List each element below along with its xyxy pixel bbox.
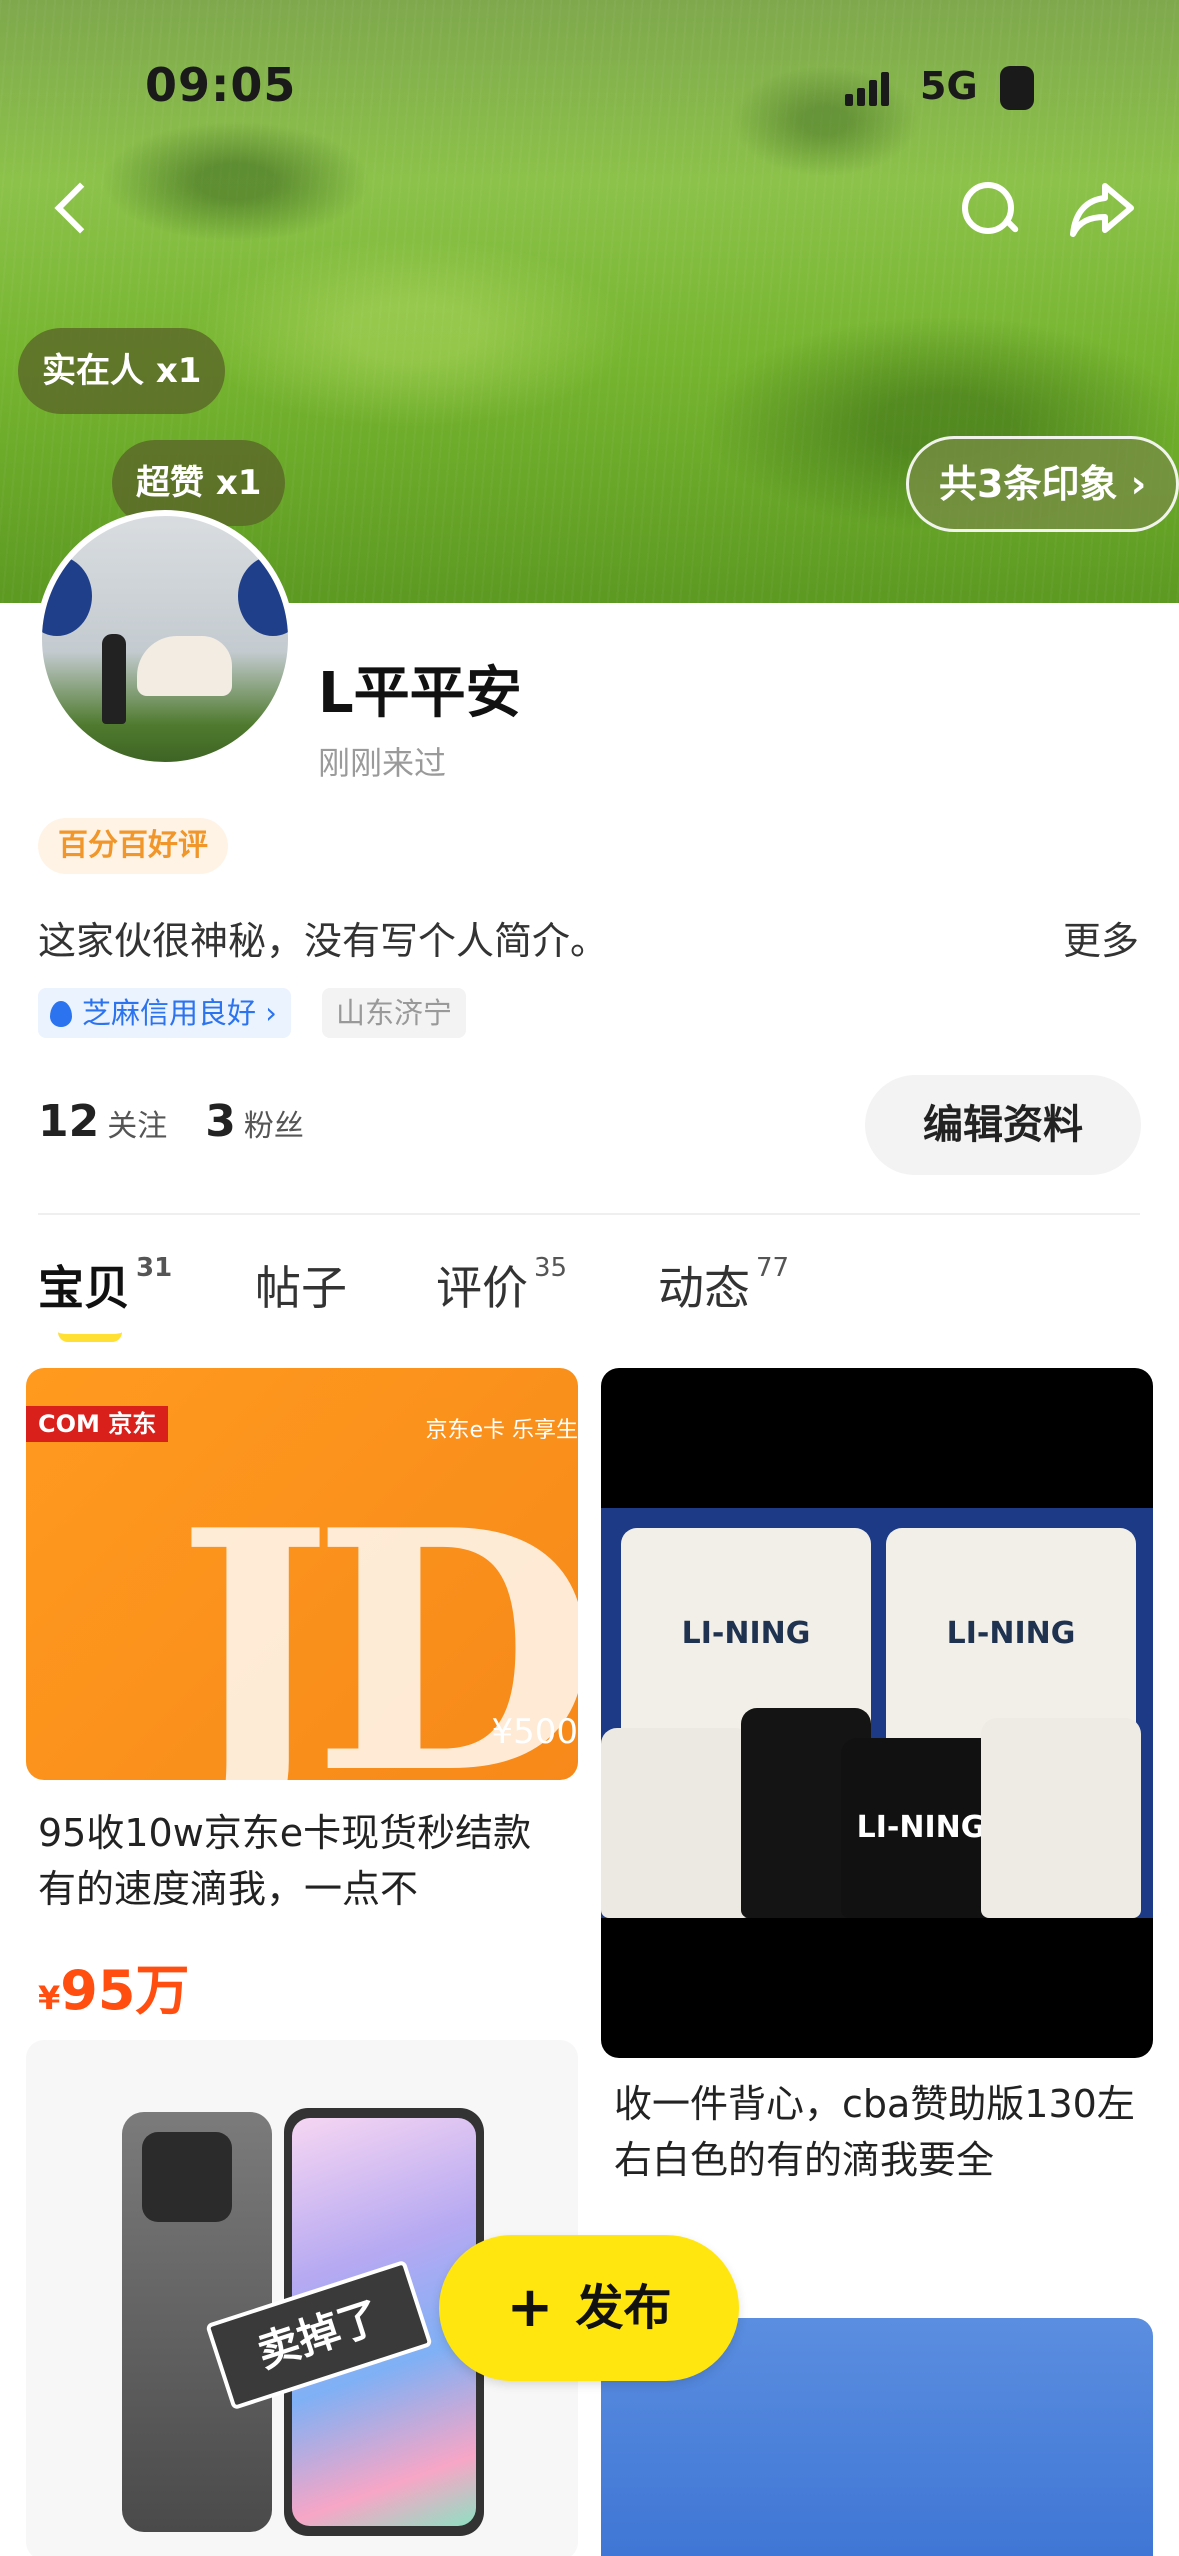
bio-text: 这家伙很神秘，没有写个人简介。 (38, 919, 609, 963)
item-title[interactable]: 收一件背心，cba赞助版130左右白色的有的滴我要全 (614, 2076, 1139, 2188)
location-tag: 山东济宁 (322, 988, 467, 1038)
followers-label: 粉丝 (243, 1109, 304, 1144)
tab-count: 77 (756, 1253, 790, 1283)
avatar[interactable] (36, 510, 294, 768)
plus-icon: + (506, 2275, 554, 2340)
follow-stats: 12 关注 3 粉丝 (38, 1096, 304, 1147)
tab-label: 评价 (436, 1261, 528, 1315)
user-name: L平平安 (318, 661, 522, 726)
jd-logo-tag: COM 京东 (26, 1406, 169, 1442)
jd-card-value: ¥500 (491, 1712, 578, 1752)
followers-count: 3 (205, 1096, 236, 1147)
active-tab-indicator (58, 1332, 122, 1342)
shirt (981, 1718, 1141, 1918)
network-type: 5G (920, 64, 978, 108)
tab-label: 动态 (658, 1261, 750, 1315)
tab-reviews[interactable]: 评价 35 (436, 1252, 567, 1318)
item-image-jd-card[interactable]: COM 京东 京东e卡 乐享生 JD ¥500 (26, 1368, 578, 1780)
item-image-shirts[interactable]: LI-NING LI-NING LI-NING (601, 1368, 1153, 2058)
back-icon[interactable] (40, 178, 100, 238)
tab-activity[interactable]: 动态 77 (658, 1252, 789, 1318)
avatar-person (102, 634, 126, 724)
rating-badge[interactable]: 百分百好评 (38, 818, 228, 874)
shirt-brand: LI-NING (946, 1616, 1076, 1651)
shirt-brand: LI-NING (856, 1810, 986, 1845)
jd-slogan: 京东e卡 乐享生 (425, 1418, 578, 1443)
share-icon[interactable] (1065, 172, 1139, 246)
flame-icon (50, 1001, 72, 1027)
shirt-brand: LI-NING (681, 1616, 811, 1651)
divider (38, 1213, 1140, 1215)
price-symbol: ¥ (38, 1979, 61, 2017)
tab-posts[interactable]: 帖子 (255, 1252, 347, 1318)
tab-count: 35 (534, 1253, 568, 1283)
content-tabs: 宝贝 31 帖子 评价 35 动态 77 (38, 1252, 1138, 1352)
tab-label: 宝贝 (38, 1261, 130, 1315)
following-stat[interactable]: 12 关注 (38, 1096, 168, 1147)
tab-label: 帖子 (255, 1261, 347, 1315)
shirt: LI-NING (841, 1738, 1001, 1918)
search-icon[interactable] (958, 178, 1022, 242)
credit-badge[interactable]: 芝麻信用良好 › (38, 988, 291, 1038)
more-link[interactable]: 更多 (1063, 910, 1139, 965)
item-price: ¥95万 (38, 1946, 189, 2025)
item-title[interactable]: 95收10w京东e卡现货秒结款有的速度滴我，一点不 (38, 1805, 568, 1917)
credit-label: 芝麻信用良好 › (82, 996, 277, 1030)
following-label: 关注 (107, 1109, 168, 1144)
publish-button[interactable]: + 发布 (439, 2235, 739, 2381)
camera-module (142, 2132, 232, 2222)
publish-label: 发布 (575, 2280, 672, 2336)
edit-profile-button[interactable]: 编辑资料 (865, 1075, 1141, 1175)
impressions-button[interactable]: 共3条印象 › (906, 436, 1179, 532)
tab-count: 31 (136, 1253, 173, 1283)
status-bar: 09:05 5G (0, 58, 1179, 118)
impression-tag-honest[interactable]: 实在人 x1 (18, 328, 226, 414)
last-seen: 刚刚来过 (318, 744, 447, 782)
followers-stat[interactable]: 3 粉丝 (205, 1096, 304, 1147)
avatar-cloud-left (42, 556, 92, 636)
shirt: LI-NING (886, 1528, 1136, 1748)
signal-icon (845, 72, 889, 106)
shirt (601, 1728, 751, 1918)
following-count: 12 (38, 1096, 100, 1147)
avatar-cloud-right (238, 556, 288, 636)
battery-icon (1000, 66, 1034, 110)
shirts-photo: LI-NING LI-NING LI-NING (601, 1508, 1153, 1918)
status-time: 09:05 (145, 58, 297, 112)
tab-items[interactable]: 宝贝 31 (38, 1252, 172, 1318)
price-value: 95万 (60, 1959, 190, 2022)
avatar-horse (137, 636, 232, 696)
